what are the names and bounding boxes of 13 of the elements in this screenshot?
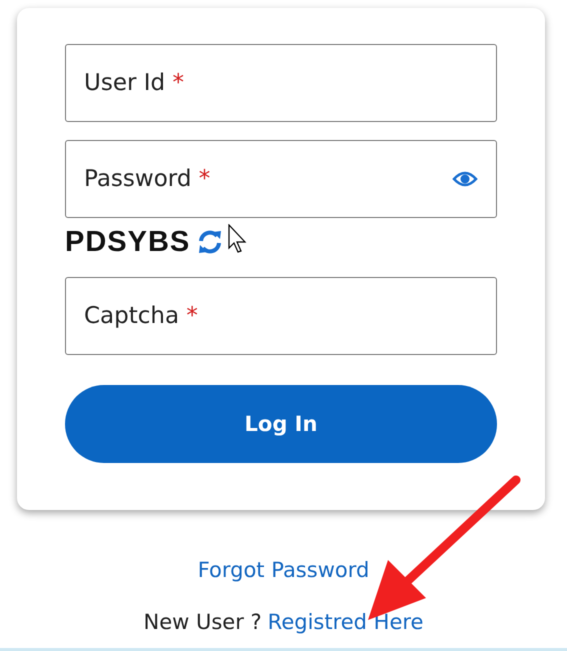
eye-icon[interactable] xyxy=(452,170,478,188)
forgot-password-link[interactable]: Forgot Password xyxy=(198,558,370,582)
new-user-text: New User ? xyxy=(144,610,262,634)
field-label: Captcha * xyxy=(84,303,198,329)
captcha-field[interactable]: Captcha * xyxy=(65,277,497,355)
login-button[interactable]: Log In xyxy=(65,385,497,463)
user-id-field[interactable]: User Id * xyxy=(65,44,497,122)
field-label: Password * xyxy=(84,166,210,192)
password-field[interactable]: Password * xyxy=(65,140,497,218)
field-label: User Id * xyxy=(84,70,184,96)
cursor-icon xyxy=(228,224,248,254)
register-link[interactable]: Registred Here xyxy=(268,610,424,634)
captcha-image: PDSYBS xyxy=(65,226,190,258)
